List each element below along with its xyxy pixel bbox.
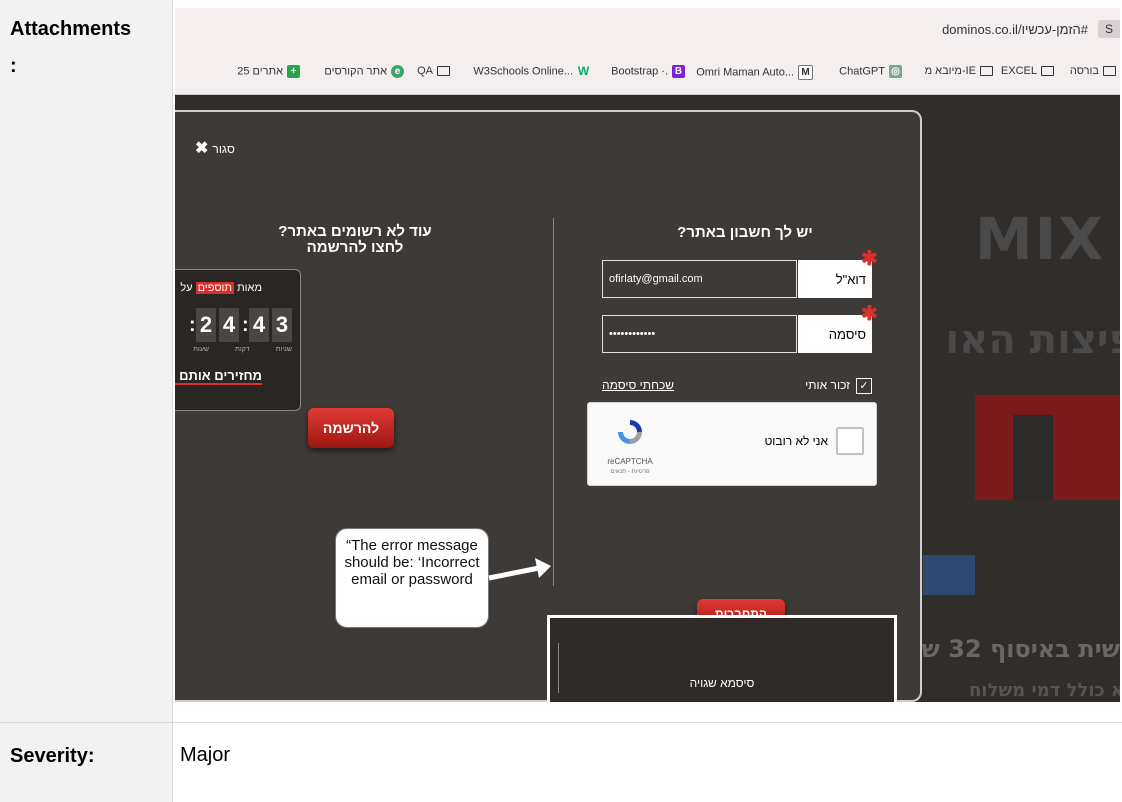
omri-icon: M [798, 65, 813, 80]
promo-mix: MIX [975, 205, 1106, 273]
timer-digit: 4 [219, 308, 239, 342]
timer-separator: : [242, 314, 249, 336]
email-input[interactable]: ofirlaty@gmail.com [602, 260, 797, 298]
folder-icon [1041, 66, 1054, 77]
attachments-label-cell: Attachments : [0, 0, 173, 722]
bookmark-item[interactable]: אתר הקורסים e [324, 65, 404, 78]
timer-digit: 2 [196, 308, 216, 342]
attachments-label-colon: : [10, 55, 17, 77]
bookmark-label: ChatGPT [839, 65, 885, 78]
timer-top-text: מאות תוספים על [180, 282, 262, 294]
bookmark-item[interactable]: QA [417, 65, 450, 77]
required-star-icon: ✱ [861, 248, 878, 270]
bug-report-table: Attachments : Severity: Major dominos.co… [0, 0, 1122, 802]
w3schools-icon: W [577, 64, 590, 78]
timer-bottom-text: מחזירים אותם הב [175, 368, 262, 385]
close-label: סגור [212, 142, 235, 156]
timer-digit: 3 [272, 308, 292, 342]
bookmark-label: אתר הקורסים [324, 65, 387, 78]
chatgpt-icon: ◎ [889, 65, 902, 78]
folder-icon [980, 66, 993, 77]
bookmark-label: EXCEL [1000, 65, 1037, 77]
timer-text-prefix: מאות [237, 282, 262, 294]
recaptcha-text: אני לא רובוט [764, 434, 828, 448]
sites-icon: + [287, 65, 300, 78]
bookmark-item[interactable]: מיובא מ-IE [925, 65, 993, 77]
recaptcha-icon [618, 420, 642, 444]
attachments-label: Attachments [10, 18, 132, 40]
bookmark-label: QA [417, 65, 433, 77]
forgot-password-link[interactable]: שכחתי סיסמה [602, 378, 674, 392]
close-icon: ✖ [195, 140, 209, 157]
countdown-timer: מאות תוספים על : 2 4 : 4 3 שניות דקות שע… [175, 269, 301, 411]
bookmark-item[interactable]: Bootstrap ·. B [611, 65, 685, 78]
timer-text-suffix: על [180, 282, 193, 294]
required-star-icon: ✱ [861, 303, 878, 325]
divider [553, 218, 554, 586]
severity-label: Severity: [10, 745, 95, 767]
bookmark-label: מיובא מ-IE [924, 65, 976, 77]
timer-unit: שניות [275, 346, 292, 353]
bookmark-item[interactable]: אתרים 25 + [237, 65, 300, 78]
timer-unit: שעות [193, 346, 210, 353]
bookmark-item[interactable]: EXCEL [1001, 65, 1054, 77]
bookmark-label: Omri Maman Auto... [696, 66, 794, 79]
error-highlight-frame: סיסמא שגויה [547, 615, 897, 702]
promo-bottom2: לא כולל דמי משלוח [969, 680, 1120, 701]
website-page: MIX פיצות האו ישית באיסוף 32 ש לא כולל ד… [175, 95, 1120, 702]
arrow-right-icon [488, 558, 551, 581]
register-heading-line1: עוד לא רשומים באתר? [278, 223, 432, 240]
bookmarks-bar: בורסה EXCEL מיובא מ-IE ChatGPT ◎ Omri Mam… [175, 50, 1120, 95]
timer-units: שניות דקות שעות [193, 346, 292, 353]
bookmark-label: בורסה [1069, 65, 1099, 77]
remember-me[interactable]: ✓ זכור אותי [792, 378, 872, 394]
timer-separator: : [189, 314, 196, 336]
recaptcha-terms: פרטיות - תנאים [610, 469, 650, 475]
timer-digit: 4 [249, 308, 269, 342]
promo-gap [1013, 415, 1053, 500]
bookmark-item[interactable]: ChatGPT ◎ [839, 65, 902, 78]
login-heading: יש לך חשבון באתר? [677, 224, 813, 241]
register-heading-line2: לחצו להרשמה [306, 239, 404, 256]
bookmark-item[interactable]: בורסה [1070, 65, 1116, 77]
bookmark-label: Bootstrap ·. [611, 65, 668, 78]
error-message: סיסמא שגויה [689, 676, 755, 690]
timer-unit: דקות [235, 346, 250, 353]
promo-bottom: ישית באיסוף 32 ש [921, 635, 1120, 663]
recaptcha-checkbox[interactable] [836, 427, 864, 455]
login-modal: ✖ סגור יש לך חשבון באתר? עוד לא רשומים בא… [175, 110, 922, 702]
recaptcha-brand: reCAPTCHA [607, 457, 653, 466]
recaptcha-logo: reCAPTCHA פרטיות - תנאים [600, 417, 660, 475]
bookmark-label: W3Schools Online... [473, 65, 573, 78]
folder-icon [1103, 66, 1116, 77]
promo-pizzas: פיצות האו [945, 317, 1120, 363]
annotation-callout: “The error message should be: ‘Incorrect… [335, 528, 489, 628]
folder-icon [437, 66, 450, 77]
severity-label-cell: Severity: [0, 723, 173, 802]
timer-text-highlight: תוספים [195, 282, 235, 294]
bootstrap-icon: B [672, 65, 685, 78]
timer-digits: : 2 4 : 4 3 [189, 308, 292, 342]
attachment-screenshot: dominos.co.il/הזמן-עכשיו# S בורסה EXCEL … [175, 8, 1120, 702]
bookmark-label: אתרים 25 [237, 65, 283, 78]
bookmark-item[interactable]: W3Schools Online... W [473, 65, 590, 78]
checkbox-checked-icon[interactable]: ✓ [856, 378, 872, 394]
courses-icon: e [391, 65, 404, 78]
url-text: dominos.co.il/הזמן-עכשיו# [942, 22, 1088, 37]
register-button[interactable]: להרשמה [308, 408, 394, 448]
password-input[interactable]: •••••••••••• [602, 315, 797, 353]
tab-fragment: S [1098, 20, 1120, 38]
remember-me-label: זכור אותי [805, 378, 850, 393]
bookmark-item[interactable]: Omri Maman Auto... M [696, 65, 813, 80]
severity-value: Major [180, 744, 231, 766]
divider-continuation [558, 643, 559, 693]
promo-blue-block [923, 555, 975, 595]
recaptcha-widget: אני לא רובוט reCAPTCHA פרטיות - תנאים [587, 402, 877, 486]
close-button[interactable]: ✖ סגור [195, 138, 235, 158]
register-heading: עוד לא רשומים באתר? לחצו להרשמה [235, 224, 475, 256]
browser-address-bar[interactable]: dominos.co.il/הזמן-עכשיו# S [175, 8, 1120, 51]
